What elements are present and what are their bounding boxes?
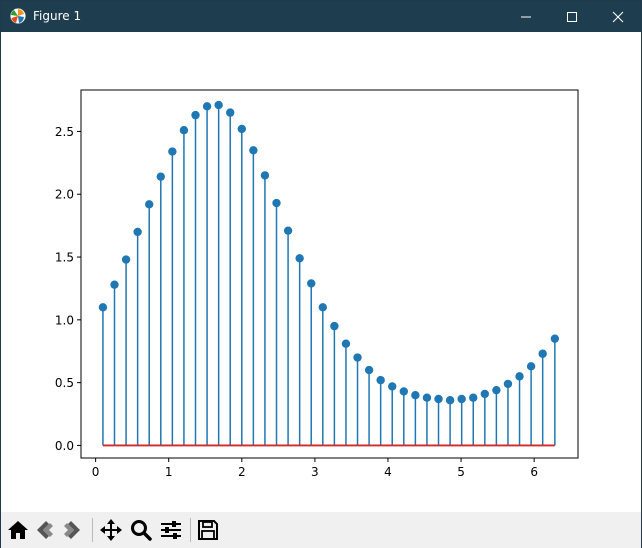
y-tick-label: 0.5 — [55, 376, 74, 390]
close-icon — [612, 11, 624, 22]
stem-marker — [168, 147, 177, 156]
maximize-button[interactable] — [549, 1, 595, 32]
minimize-icon — [521, 16, 531, 17]
stem-marker — [364, 365, 374, 375]
x-tick-label: 4 — [384, 465, 392, 479]
stem-marker — [121, 255, 131, 264]
x-tick-label: 0 — [92, 465, 100, 479]
pan-button[interactable] — [98, 517, 124, 543]
toolbar-separator — [190, 518, 191, 542]
stem-marker — [515, 372, 524, 381]
stem-marker — [272, 198, 281, 208]
stem-marker — [133, 227, 142, 237]
y-tick-label: 0.0 — [55, 439, 74, 453]
title-bar[interactable]: Figure 1 — [1, 1, 641, 32]
stem-marker — [550, 334, 560, 343]
stem-chart[interactable]: 0 1 2 3 4 5 6 0.0 0.5 1.0 1.5 2.0 2.5 — [1, 32, 641, 512]
stem-marker — [145, 200, 154, 209]
stem-marker — [411, 391, 420, 400]
stem-marker — [226, 108, 235, 117]
back-icon — [37, 521, 53, 539]
stem-marker — [422, 393, 432, 402]
stem-marker — [191, 110, 200, 120]
stem-marker — [179, 125, 189, 135]
axes-frame — [80, 89, 579, 459]
home-icon — [8, 521, 28, 539]
stem-marker — [156, 172, 165, 181]
home-button[interactable] — [5, 517, 31, 543]
stem-marker — [237, 124, 246, 134]
stem-marker — [353, 353, 362, 362]
minimize-button[interactable] — [503, 1, 549, 32]
stem-marker — [480, 389, 490, 399]
save-button[interactable] — [195, 517, 221, 543]
stem-marker — [202, 102, 212, 111]
x-tick-label: 3 — [311, 465, 319, 479]
stem-marker — [457, 394, 466, 404]
maximize-icon — [567, 11, 577, 22]
x-tick-label: 2 — [238, 465, 246, 479]
x-tick-label: 6 — [530, 465, 538, 479]
stem-marker — [399, 387, 409, 396]
stem-marker — [307, 279, 316, 288]
forward-button[interactable] — [59, 517, 85, 543]
save-icon — [198, 520, 218, 540]
navigation-toolbar — [1, 512, 641, 548]
y-tick-label: 1.5 — [55, 251, 74, 265]
stem-marker — [469, 393, 478, 402]
y-tick-label: 2.0 — [55, 188, 74, 202]
stem-marker — [318, 303, 327, 312]
back-button[interactable] — [32, 517, 58, 543]
stem-marker — [434, 394, 443, 404]
pan-icon — [100, 519, 122, 541]
window-title: Figure 1 — [33, 9, 82, 23]
stem-marker — [376, 375, 385, 385]
stem-marker — [330, 321, 339, 331]
stem-marker — [249, 146, 258, 155]
stem-marker — [214, 100, 223, 110]
zoom-icon — [131, 520, 152, 541]
y-tick-label: 2.5 — [55, 125, 74, 139]
stem-marker — [538, 349, 547, 358]
figure-window: Figure 1 0 1 2 3 4 5 6 0.0 0.5 1.0 1.5 2.0 2.5 — [0, 0, 642, 548]
matplotlib-logo-icon — [10, 8, 26, 24]
stem-marker — [341, 339, 351, 348]
x-tick-label: 1 — [165, 465, 173, 479]
configure-subplots-icon — [161, 521, 181, 539]
toolbar-separator — [92, 518, 93, 542]
y-tick-label: 1.0 — [55, 313, 74, 327]
stem-marker — [503, 379, 513, 389]
plot-canvas[interactable]: 0 1 2 3 4 5 6 0.0 0.5 1.0 1.5 2.0 2.5 — [1, 32, 641, 512]
zoom-button[interactable] — [128, 517, 154, 543]
stem-marker — [260, 171, 270, 180]
stem-marker — [283, 226, 293, 235]
stem-marker — [110, 280, 119, 289]
close-button[interactable] — [595, 1, 641, 32]
configure-subplots-button[interactable] — [158, 517, 184, 543]
stem-marker — [445, 396, 455, 405]
stem-marker — [526, 362, 536, 371]
stem-marker — [295, 254, 304, 263]
x-tick-label: 5 — [457, 465, 465, 479]
stem-marker — [492, 385, 501, 395]
stem-marker — [98, 303, 108, 312]
forward-icon — [64, 521, 80, 539]
stem-marker — [388, 382, 397, 391]
